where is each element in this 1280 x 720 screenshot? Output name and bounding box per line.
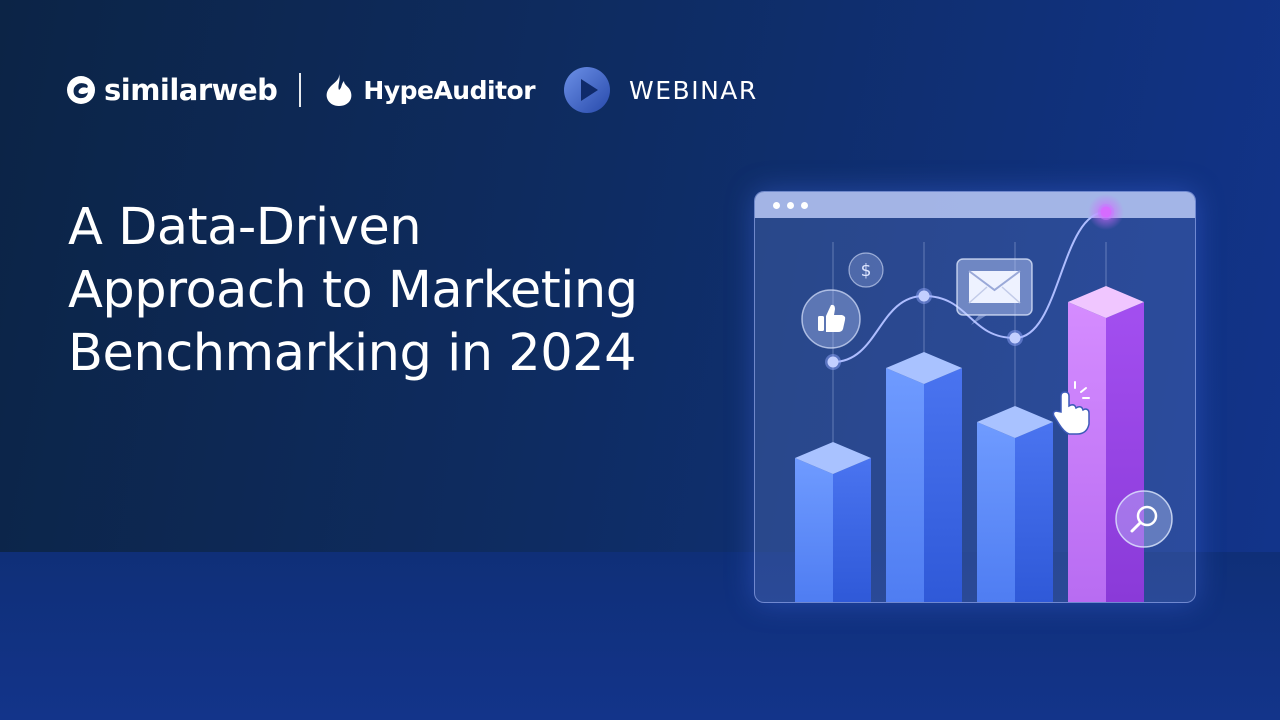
- browser-window-illustration: $: [754, 191, 1196, 603]
- trend-point: [1088, 194, 1124, 230]
- chart-bar: [886, 352, 962, 602]
- chart-bar: [977, 406, 1053, 602]
- dollar-symbol: $: [861, 261, 872, 281]
- hypeauditor-logo: HypeAuditor: [323, 72, 536, 108]
- flame-icon: [327, 74, 352, 106]
- trend-point: [1007, 330, 1023, 346]
- title-line: Approach to Marketing: [68, 261, 638, 320]
- similarweb-logo: similarweb: [66, 73, 278, 107]
- title-line: Benchmarking in 2024: [68, 324, 637, 383]
- mail-icon: [956, 258, 1033, 325]
- chart-bar: [795, 442, 871, 602]
- brand-secondary: HypeAuditor: [363, 75, 536, 105]
- chart-bar: [1068, 286, 1144, 602]
- header: similarweb HypeAuditor WEBINAR: [66, 64, 758, 116]
- trend-point: [825, 354, 841, 370]
- similarweb-icon: [67, 76, 95, 104]
- play-icon: [564, 67, 611, 113]
- brand-primary: similarweb: [104, 73, 278, 107]
- webinar-label: WEBINAR: [629, 75, 758, 105]
- page-title: A Data-Driven Approach to Marketing Benc…: [68, 196, 708, 385]
- title-line: A Data-Driven: [68, 198, 422, 257]
- chart-illustration: $: [795, 194, 1173, 602]
- thumbs-up-icon: [801, 289, 861, 349]
- trend-point: [916, 288, 932, 304]
- magnifier-icon: [1115, 490, 1173, 548]
- brand-divider: [299, 73, 302, 107]
- dollar-icon: $: [848, 252, 884, 288]
